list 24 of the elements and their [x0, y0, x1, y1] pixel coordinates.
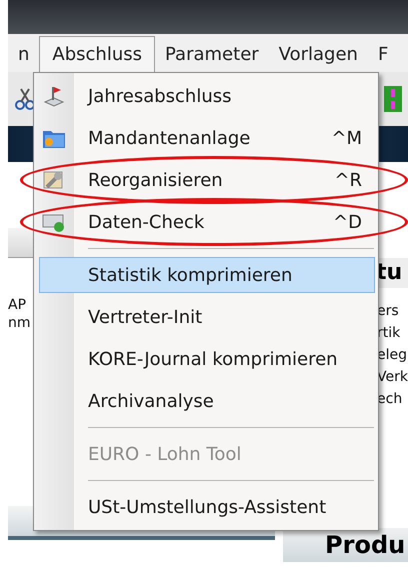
scissors-icon	[14, 87, 36, 111]
menu-bar-item[interactable]: Vorlagen	[268, 36, 368, 72]
menu-bar-item[interactable]: F	[368, 36, 398, 72]
menu-bar-item[interactable]: n	[8, 36, 40, 72]
menu-item[interactable]: Daten-Check ^D	[39, 204, 375, 240]
panel-heading: Produ	[283, 528, 408, 562]
shortcut-text: ^M	[331, 126, 362, 150]
shortcut-text: ^R	[334, 168, 362, 192]
toolbar-grid-icon	[384, 86, 402, 112]
menu-item[interactable]: Jahresabschluss	[39, 78, 375, 114]
shortcut-text: ^D	[333, 210, 362, 234]
menu-item[interactable]: USt-Umstellungs-Assistent	[39, 489, 375, 525]
flag-icon	[42, 84, 66, 108]
panel-text: Verk	[377, 368, 408, 387]
menu-item[interactable]: Vertreter-Init	[39, 299, 375, 335]
menu-item[interactable]: KORE-Journal komprimieren	[39, 341, 375, 377]
menu-item[interactable]: Reorganisieren ^R	[39, 162, 375, 198]
menu-bar-item[interactable]: Parameter	[155, 36, 269, 72]
menu-item[interactable]: Mandantenanlage ^M	[39, 120, 375, 156]
menu-item[interactable]: Statistik komprimieren	[39, 257, 375, 293]
menu-bar-item[interactable]: Abschluss	[39, 36, 156, 72]
panel-text: AP	[8, 296, 26, 314]
panel-text: nm	[8, 314, 31, 332]
menu-item[interactable]: Archivanalyse	[39, 383, 375, 419]
